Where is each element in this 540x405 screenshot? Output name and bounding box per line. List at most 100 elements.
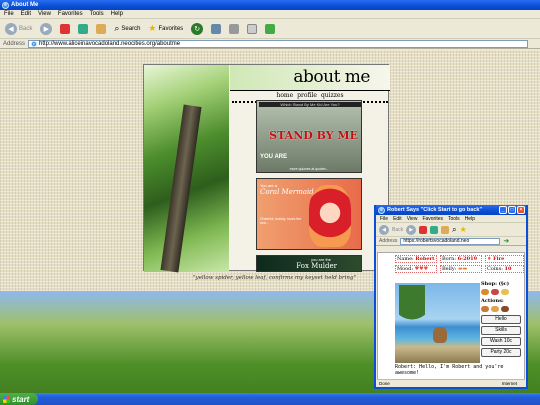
page-header: about me xyxy=(230,65,390,91)
bread-icon[interactable] xyxy=(481,306,489,312)
address-text: http://www.aliceinavocadoland.neocities.… xyxy=(39,40,181,47)
popup-menu-favorites[interactable]: Favorites xyxy=(422,216,443,222)
popup-address-bar: Address https://robertsvocadoland.neo ➜ xyxy=(376,237,526,246)
fire-icon: ♦ xyxy=(487,256,492,262)
stat-born: Born: 6-2019 xyxy=(440,255,482,263)
nav-profile[interactable]: profile xyxy=(297,92,317,99)
menu-help[interactable]: Help xyxy=(111,11,123,17)
edit-button[interactable] xyxy=(245,22,259,36)
quiz1-banner: Which Stand By Me Kid Are You? xyxy=(259,102,361,107)
party-button[interactable]: Party 20c xyxy=(481,348,521,357)
ie-icon: e xyxy=(2,1,9,9)
toolbar: ◀ Back ▶ ⌕ Search ★ Favorites ↻ xyxy=(0,19,540,39)
status-zone: Internet xyxy=(501,380,517,386)
pet-speech: Robert: Hello, I'm Robert and you're awe… xyxy=(395,364,504,376)
popup-refresh-icon[interactable] xyxy=(430,225,439,234)
quiz2-desc: Cheerful, bubbly, loves the sea... xyxy=(260,217,302,225)
food-item-icon[interactable] xyxy=(481,289,489,295)
popup-status-bar: Done Internet xyxy=(377,379,525,386)
shop-title: Shop: (§c) xyxy=(481,281,510,287)
refresh-button[interactable] xyxy=(76,22,90,36)
popup-star-icon[interactable]: ★ xyxy=(460,225,467,234)
title-bar: e About Me xyxy=(0,0,540,10)
home-button[interactable] xyxy=(94,22,108,36)
quiz2-name: Coral Mermaid xyxy=(260,188,314,196)
quiz1-footer: more quizzes at quotev... xyxy=(289,167,329,171)
messenger-button[interactable] xyxy=(263,22,277,36)
popup-menu-help[interactable]: Help xyxy=(465,216,475,222)
menu-favorites[interactable]: Favorites xyxy=(58,11,83,17)
mermaid-illustration xyxy=(309,185,351,247)
start-button[interactable]: start xyxy=(0,393,38,405)
menu-view[interactable]: View xyxy=(38,11,51,17)
popup-menu-file[interactable]: File xyxy=(380,216,388,222)
windows-logo-icon xyxy=(3,395,10,403)
popup-address-text: https://robertsvocadoland.neo xyxy=(403,238,470,244)
popup-home-icon[interactable] xyxy=(441,225,450,234)
popup-menu-view[interactable]: View xyxy=(407,216,418,222)
chocolate-icon[interactable] xyxy=(501,306,509,312)
page-title: about me xyxy=(293,67,370,87)
quiz3-line2: Fox Mulder xyxy=(296,262,337,270)
quiz1-title: STAND BY ME xyxy=(269,129,358,142)
popup-menu-edit[interactable]: Edit xyxy=(393,216,402,222)
popup-search-icon[interactable]: ⌕ xyxy=(452,225,456,235)
cookie-icon[interactable] xyxy=(491,306,499,312)
food-item-icon[interactable] xyxy=(501,289,509,295)
stat-mood: Mood: ♥♥♥ xyxy=(395,265,437,273)
popup-back-icon[interactable]: ◀ xyxy=(379,224,389,235)
mail-button[interactable] xyxy=(209,22,223,36)
address-bar: Address e http://www.aliceinavocadoland.… xyxy=(0,39,540,49)
go-arrow-icon[interactable]: ➜ xyxy=(503,237,509,245)
favorites-button[interactable]: ★ Favorites xyxy=(146,22,185,36)
popup-forward-icon[interactable]: ▶ xyxy=(406,224,417,235)
hello-button[interactable]: Hello xyxy=(481,315,521,324)
food-item-icon[interactable] xyxy=(491,289,499,295)
tree-photo xyxy=(144,65,229,273)
back-button[interactable]: ◀ Back xyxy=(3,22,34,36)
search-button[interactable]: ⌕ Search xyxy=(112,22,142,36)
popup-menu-tools[interactable]: Tools xyxy=(448,216,460,222)
search-icon: ⌕ xyxy=(114,23,120,33)
popup-title: Robert Says "Click Start to go back" xyxy=(387,207,483,213)
stop-button[interactable] xyxy=(58,22,72,36)
menu-tools[interactable]: Tools xyxy=(90,11,104,17)
menu-file[interactable]: File xyxy=(4,11,14,17)
popup-address-input[interactable]: https://robertsvocadoland.neo xyxy=(400,237,501,245)
popup-address-label: Address xyxy=(379,238,398,244)
menu-edit[interactable]: Edit xyxy=(21,11,31,17)
popup-menu-bar: File Edit View Favorites Tools Help xyxy=(376,215,526,223)
star-icon: ★ xyxy=(148,23,157,33)
wash-button[interactable]: Wash 10c xyxy=(481,337,521,346)
nav-home[interactable]: home xyxy=(276,92,293,99)
stop-icon xyxy=(60,23,71,34)
close-button[interactable]: × xyxy=(517,206,525,214)
forward-arrow-icon: ▶ xyxy=(40,22,53,35)
quiz1-youare: YOU ARE xyxy=(260,154,288,160)
pet-game: Name: Robert Born: 6-2019 ♦ Fire Mood: ♥… xyxy=(377,252,525,380)
home-icon xyxy=(96,23,107,34)
media-button[interactable]: ↻ xyxy=(189,22,205,36)
popup-back-label: Back xyxy=(392,226,404,233)
popup-stop-icon[interactable] xyxy=(419,225,428,234)
print-button[interactable] xyxy=(227,22,241,36)
quiz-result-fox-mulder: you are the Fox Mulder xyxy=(256,255,362,272)
hearts-icon: ♥♥♥ xyxy=(414,266,429,272)
messenger-icon xyxy=(265,23,276,34)
tree-graphic xyxy=(399,285,425,333)
nav-quizzes[interactable]: quizzes xyxy=(321,92,344,99)
menu-bar: File Edit View Favorites Tools Help xyxy=(0,10,540,19)
window-title: About Me xyxy=(11,2,39,8)
address-input[interactable]: e http://www.aliceinavocadoland.neocitie… xyxy=(28,39,529,48)
print-icon xyxy=(229,23,240,34)
squirrel-pet[interactable] xyxy=(433,327,447,343)
forward-button[interactable]: ▶ xyxy=(38,22,54,36)
content-column: about me home profile quizzes Which Stan… xyxy=(230,65,390,272)
maximize-button[interactable]: □ xyxy=(508,206,516,214)
taskbar: start xyxy=(0,393,540,405)
refresh-icon xyxy=(78,23,89,34)
popup-title-bar: e Robert Says "Click Start to go back" _… xyxy=(376,205,526,215)
popup-browser-window: e Robert Says "Click Start to go back" _… xyxy=(374,205,528,389)
minimize-button[interactable]: _ xyxy=(499,206,507,214)
skills-button[interactable]: Skills xyxy=(481,326,521,335)
